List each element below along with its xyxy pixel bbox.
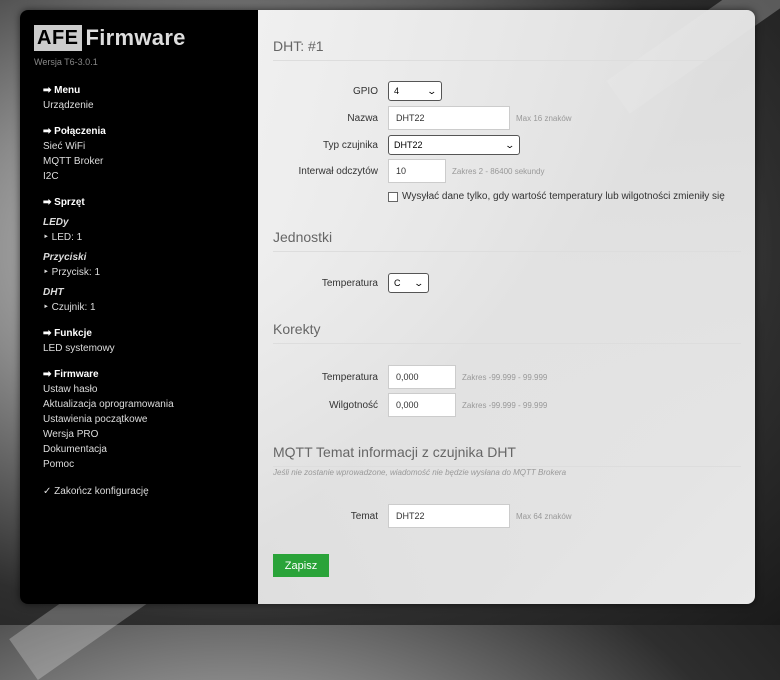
send-on-change-checkbox[interactable] (388, 191, 398, 202)
sensor-type-label: Typ czujnika (322, 139, 378, 151)
sidebar-item-sensor-1[interactable]: ‣ Czujnik: 1 (43, 300, 248, 315)
section-title-mqtt: MQTT Temat informacji z czujnika DHT (273, 444, 741, 467)
version-label: Wersja T6-3.0.1 (34, 57, 98, 67)
sidebar-item-documentation[interactable]: Dokumentacja (43, 442, 248, 457)
sidebar-item-help[interactable]: Pomoc (43, 457, 248, 472)
sidebar-item-i2c[interactable]: I2C (43, 169, 248, 184)
unit-temperature-row: Temperatura C ⌄ (258, 271, 429, 295)
sidebar-item-system-led[interactable]: LED systemowy (43, 341, 248, 356)
sensor-type-select[interactable]: DHT22 ⌄ (388, 135, 520, 155)
correction-temperature-label: Temperatura (321, 371, 378, 383)
sidebar-item-firmware-update[interactable]: Aktualizacja oprogramowania (43, 397, 248, 412)
save-button[interactable]: Zapisz (273, 554, 329, 577)
nav-sub-buttons: Przyciski (43, 252, 87, 263)
sidebar-item-led-1[interactable]: ‣ LED: 1 (43, 230, 248, 245)
interval-row: Interwał odczytów 10 Zakres 2 - 86400 se… (258, 159, 545, 183)
nav-sub-dht: DHT (43, 287, 64, 298)
mqtt-topic-label: Temat (350, 510, 378, 522)
section-title-dht: DHT: #1 (273, 38, 741, 61)
sidebar-item-initial-settings[interactable]: Ustawienia początkowe (43, 412, 248, 427)
nav-head-hardware: ➡ Sprzęt (43, 197, 85, 208)
logo-firmware: Firmware (85, 25, 186, 50)
sidebar-item-pro-version[interactable]: Wersja PRO (43, 427, 248, 442)
main-content: DHT: #1 GPIO 4 ⌄ Nazwa DHT22 Max 16 znak… (258, 10, 755, 604)
correction-temperature-row: Temperatura 0,000 Zakres -99.999 - 99.99… (258, 365, 547, 389)
mqtt-topic-row: Temat DHT22 Max 64 znaków (258, 504, 572, 528)
logo-afe: AFE (34, 25, 82, 51)
nav-head-menu: ➡ Menu (43, 85, 81, 96)
mqtt-topic-input[interactable]: DHT22 (388, 504, 510, 528)
nav-head-connections: ➡ Połączenia (43, 126, 106, 137)
sidebar-item-mqtt-broker[interactable]: MQTT Broker (43, 154, 248, 169)
sidebar-item-wifi[interactable]: Sieć WiFi (43, 139, 248, 154)
nav-head-functions: ➡ Funkcje (43, 328, 92, 339)
sidebar-item-set-password[interactable]: Ustaw hasło (43, 382, 248, 397)
unit-temperature-select[interactable]: C ⌄ (388, 273, 429, 293)
gpio-label: GPIO (352, 85, 378, 97)
name-hint: Max 16 znaków (516, 113, 572, 123)
section-title-corrections: Korekty (273, 321, 741, 344)
correction-humidity-input[interactable]: 0,000 (388, 393, 456, 417)
correction-humidity-row: Wilgotność 0,000 Zakres -99.999 - 99.999 (258, 393, 547, 417)
nav-head-firmware: ➡ Firmware (43, 369, 99, 380)
unit-temperature-label: Temperatura (321, 277, 378, 289)
gpio-select[interactable]: 4 ⌄ (388, 81, 442, 101)
correction-temperature-input[interactable]: 0,000 (388, 365, 456, 389)
send-on-change-row: Wysyłać dane tylko, gdy wartość temperat… (388, 191, 725, 202)
correction-humidity-hint: Zakres -99.999 - 99.999 (462, 400, 548, 410)
logo: AFE Firmware (34, 24, 186, 52)
name-label: Nazwa (347, 112, 378, 124)
send-on-change-label: Wysyłać dane tylko, gdy wartość temperat… (402, 191, 725, 202)
chevron-down-icon: ⌄ (426, 85, 438, 96)
gpio-row: GPIO 4 ⌄ (258, 79, 442, 103)
sensor-type-row: Typ czujnika DHT22 ⌄ (258, 133, 520, 157)
sidebar: AFE Firmware Wersja T6-3.0.1 ➡ Menu Urzą… (20, 10, 258, 604)
sidebar-nav: ➡ Menu Urządzenie ➡ Połączenia Sieć WiFi… (43, 84, 248, 499)
mqtt-topic-hint: Max 64 znaków (516, 511, 572, 521)
mqtt-note: Jeśli nie zostanie wprowadzone, wiadomoś… (273, 468, 567, 477)
chevron-down-icon: ⌄ (413, 277, 425, 288)
app-window: AFE Firmware Wersja T6-3.0.1 ➡ Menu Urzą… (20, 10, 755, 604)
correction-humidity-label: Wilgotność (329, 399, 378, 411)
name-input[interactable]: DHT22 (388, 106, 510, 130)
interval-input[interactable]: 10 (388, 159, 446, 183)
sidebar-item-device[interactable]: Urządzenie (43, 98, 248, 113)
interval-label: Interwał odczytów (298, 165, 378, 177)
section-title-units: Jednostki (273, 229, 741, 252)
nav-sub-leds: LEDy (43, 217, 69, 228)
chevron-down-icon: ⌄ (504, 139, 516, 150)
interval-hint: Zakres 2 - 86400 sekundy (452, 166, 545, 176)
name-row: Nazwa DHT22 Max 16 znaków (258, 106, 572, 130)
finish-config-link[interactable]: ✓ Zakończ konfigurację (43, 484, 248, 499)
correction-temperature-hint: Zakres -99.999 - 99.999 (462, 372, 548, 382)
sidebar-item-button-1[interactable]: ‣ Przycisk: 1 (43, 265, 248, 280)
